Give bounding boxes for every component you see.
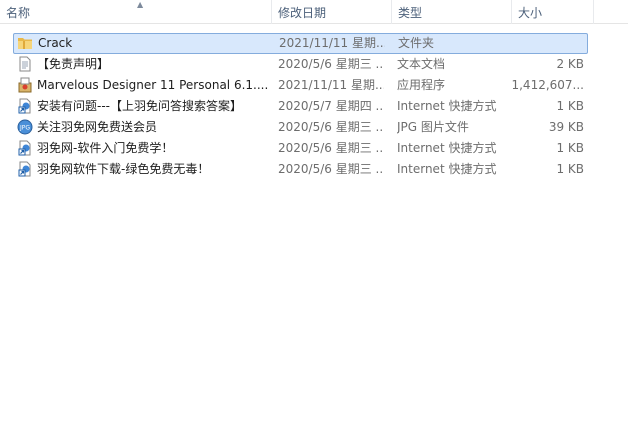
- column-header-size[interactable]: 大小: [511, 0, 593, 24]
- file-name: Marvelous Designer 11 Personal 6.1....: [37, 78, 269, 92]
- text-document-icon: [19, 56, 31, 72]
- file-type: Internet 快捷方式: [397, 162, 497, 176]
- svg-text:JPG: JPG: [19, 125, 30, 132]
- internet-shortcut-icon: [18, 140, 31, 156]
- file-type: 文件夹: [398, 36, 435, 50]
- file-name: 羽免网-软件入门免费学！: [37, 141, 174, 155]
- column-header-type[interactable]: 类型: [391, 0, 511, 24]
- file-row-shortcut-learn[interactable]: 羽免网-软件入门免费学！ 2020/5/6 星期三 ... Internet 快…: [13, 138, 588, 159]
- file-size: 2 KB: [556, 57, 584, 71]
- file-name: 羽免网软件下载-绿色免费无毒！: [37, 162, 210, 176]
- file-row-disclaimer[interactable]: 【免责声明】 2020/5/6 星期三 ... 文本文档 2 KB: [13, 54, 588, 75]
- column-header-type-label: 类型: [398, 6, 423, 20]
- internet-shortcut-icon: [18, 98, 31, 114]
- file-type: JPG 图片文件: [397, 120, 469, 134]
- folder-icon: [18, 38, 32, 49]
- file-date: 2020/5/7 星期四 ...: [278, 99, 384, 113]
- file-name: 安装有问题---【上羽免问答搜索答案】: [37, 99, 242, 113]
- file-date: 2020/5/6 星期三 ...: [278, 57, 384, 71]
- file-date: 2020/5/6 星期三 ...: [278, 120, 384, 134]
- file-date: 2021/11/11 星期...: [278, 78, 384, 92]
- column-header-name[interactable]: 名称 ▲: [0, 0, 271, 24]
- column-header-size-label: 大小: [518, 6, 543, 20]
- file-date: 2021/11/11 星期...: [279, 36, 385, 50]
- file-type: 应用程序: [397, 78, 446, 92]
- file-row-shortcut-qa[interactable]: 安装有问题---【上羽免问答搜索答案】 2020/5/7 星期四 ... Int…: [13, 96, 588, 117]
- column-header-bar: 名称 ▲ 修改日期 类型 大小: [0, 0, 628, 24]
- column-header-name-label: 名称: [6, 6, 31, 20]
- file-size: 1 KB: [556, 162, 584, 176]
- file-size: 39 KB: [548, 120, 584, 134]
- file-date: 2020/5/6 星期三 ...: [278, 162, 384, 176]
- file-name: 关注羽免网免费送会员: [37, 120, 158, 134]
- jpg-image-icon: JPG: [17, 119, 33, 135]
- file-type: 文本文档: [397, 57, 446, 71]
- file-row-shortcut-download[interactable]: 羽免网软件下载-绿色免费无毒！ 2020/5/6 星期三 ... Interne…: [13, 159, 588, 180]
- file-date: 2020/5/6 星期三 ...: [278, 141, 384, 155]
- column-header-filler: [593, 0, 628, 24]
- file-size: 1 KB: [556, 99, 584, 113]
- sort-ascending-icon: ▲: [137, 0, 144, 9]
- file-name: Crack: [38, 36, 73, 50]
- file-type: Internet 快捷方式: [397, 141, 497, 155]
- installer-icon: [18, 77, 32, 93]
- file-size: 1 KB: [556, 141, 584, 155]
- column-header-date-label: 修改日期: [278, 6, 327, 20]
- file-type: Internet 快捷方式: [397, 99, 497, 113]
- file-row-jpg[interactable]: JPG 关注羽免网免费送会员 2020/5/6 星期三 ... JPG 图片文件…: [13, 117, 588, 138]
- file-name: 【免责声明】: [37, 57, 110, 71]
- file-row-crack[interactable]: Crack 2021/11/11 星期... 文件夹: [13, 33, 588, 54]
- file-size: 1,412,607...: [511, 78, 584, 92]
- column-header-date[interactable]: 修改日期: [271, 0, 391, 24]
- internet-shortcut-icon: [18, 161, 31, 177]
- file-row-installer[interactable]: Marvelous Designer 11 Personal 6.1.... 2…: [13, 75, 588, 96]
